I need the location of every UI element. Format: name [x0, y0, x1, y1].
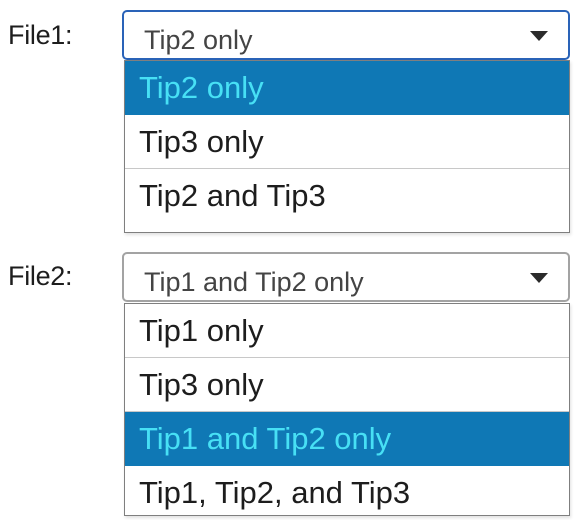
- file1-options-list: Tip2 only Tip3 only Tip2 and Tip3: [124, 60, 570, 233]
- file2-dropdown-group: File2: Tip1 and Tip2 only Tip1 only Tip3…: [0, 245, 578, 518]
- file2-options-list: Tip1 only Tip3 only Tip1 and Tip2 only T…: [124, 303, 570, 516]
- file1-selected-value: Tip2 only: [144, 25, 253, 55]
- file2-option-tip3-only[interactable]: Tip3 only: [125, 358, 569, 412]
- file2-label: File2:: [8, 261, 73, 291]
- file2-selected-value: Tip1 and Tip2 only: [144, 267, 364, 297]
- chevron-down-icon[interactable]: [530, 31, 548, 41]
- chevron-down-icon[interactable]: [530, 273, 548, 283]
- file2-option-tip1-and-tip2-only[interactable]: Tip1 and Tip2 only: [125, 412, 569, 466]
- file1-option-tip2-only[interactable]: Tip2 only: [125, 61, 569, 115]
- file2-option-tip1-tip2-and-tip3[interactable]: Tip1, Tip2, and Tip3: [125, 466, 569, 520]
- file1-select[interactable]: Tip2 only: [122, 10, 570, 60]
- file2-option-tip1-only[interactable]: Tip1 only: [125, 304, 569, 358]
- file2-select[interactable]: Tip1 and Tip2 only: [122, 252, 570, 302]
- file1-option-tip2-and-tip3[interactable]: Tip2 and Tip3: [125, 169, 569, 223]
- file1-option-tip3-only[interactable]: Tip3 only: [125, 115, 569, 169]
- file1-dropdown-group: File1: Tip2 only Tip2 only Tip3 only Tip…: [0, 0, 578, 245]
- file1-label: File1:: [8, 20, 73, 50]
